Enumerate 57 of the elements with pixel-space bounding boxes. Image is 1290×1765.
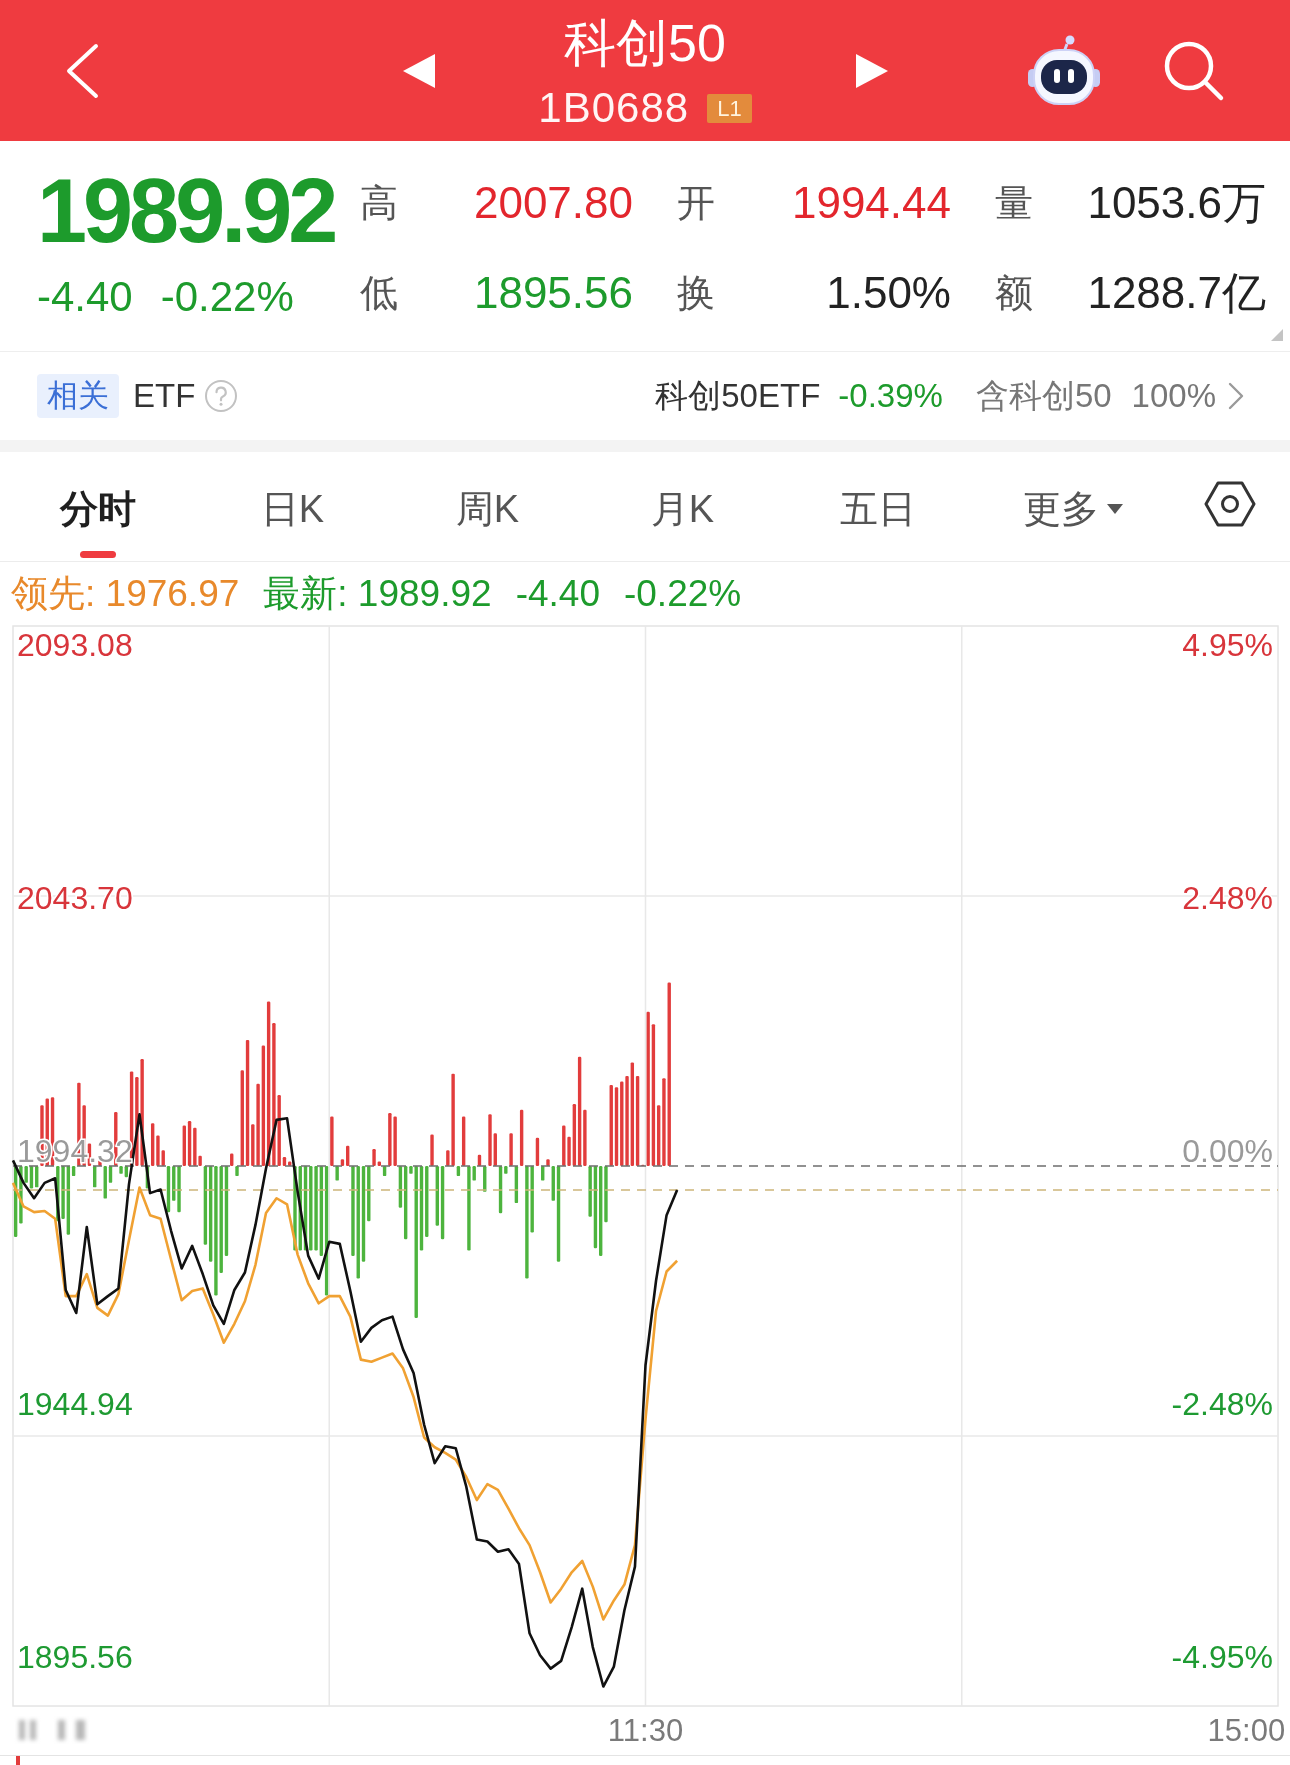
fund-name[interactable]: 科创50ETF [655, 376, 821, 416]
settings-icon[interactable] [1204, 479, 1256, 528]
chart-tab[interactable]: 周K [455, 489, 520, 529]
volume-bar [16, 1756, 20, 1765]
chevron-right-icon[interactable] [1228, 382, 1244, 410]
time-axis-label: 15:00 [1207, 1712, 1286, 1748]
stat-label: 开 [677, 182, 715, 224]
price-axis-label: 1944.94 [17, 1386, 133, 1422]
stat-value: 1994.44 [791, 179, 951, 227]
etf-label: ETF [133, 376, 196, 416]
stat-value: 1288.7亿 [1087, 269, 1266, 317]
left-triangle-icon[interactable] [402, 53, 435, 88]
legend-text: 领先: 1976.97 [11, 573, 240, 614]
chart-tab[interactable]: 日K [260, 489, 325, 529]
search-icon[interactable] [1163, 39, 1225, 102]
percent-axis-label: 4.95% [1182, 627, 1273, 663]
percent-axis-label: -4.95% [1171, 1639, 1273, 1675]
stat-value: 2007.80 [473, 179, 633, 227]
percent-change: -0.22% [160, 276, 294, 318]
right-triangle-icon[interactable] [855, 53, 888, 88]
blurred-text-drawing [19, 1720, 85, 1740]
stat-value: 1895.56 [473, 269, 633, 317]
percent-axis-label: 2.48% [1182, 880, 1273, 916]
back-icon[interactable] [65, 42, 99, 99]
last-price: 1989.92 [37, 166, 335, 256]
holding-label: 含科创50 [975, 376, 1112, 416]
level-badge: L1 [707, 93, 752, 123]
holding-share: 100% [1131, 376, 1216, 416]
legend-text: 最新: 1989.92 [263, 573, 492, 614]
stat-label: 换 [677, 272, 715, 314]
fund-change: -0.39% [838, 376, 943, 416]
legend-text: -0.22% [623, 573, 742, 614]
corner-triangle-icon [1271, 329, 1283, 341]
stat-label: 量 [995, 182, 1033, 224]
stat-value: 1053.6万 [1087, 179, 1266, 227]
stat-label: 低 [360, 272, 398, 314]
stat-label: 高 [360, 182, 398, 224]
price-axis-label: 2093.08 [17, 627, 133, 663]
legend-text: -4.40 [515, 573, 600, 614]
price-axis-label: 1895.56 [17, 1639, 133, 1675]
stock-title: 科创50 [564, 15, 726, 71]
time-axis-label: 11:30 [607, 1712, 684, 1748]
more-menu[interactable]: 更多 [1022, 489, 1123, 529]
selected-underline [79, 551, 116, 558]
caret-icon [1106, 504, 1123, 514]
percent-axis-label: -2.48% [1171, 1386, 1273, 1422]
stat-value: 1.50% [826, 269, 951, 317]
chart-tab[interactable]: 五日 [839, 489, 916, 529]
robot-icon[interactable] [1027, 34, 1101, 107]
related-badge: 相关 [37, 374, 119, 418]
price-axis-label: 2043.70 [17, 880, 133, 916]
chart-tab[interactable]: 分时 [59, 489, 136, 529]
chart-tab[interactable]: 月K [650, 489, 715, 529]
price-change: -4.40 [37, 276, 133, 318]
stock-code: 1B0688 [538, 88, 690, 128]
stat-label: 额 [995, 272, 1033, 314]
percent-axis-label: 0.00% [1182, 1133, 1273, 1169]
